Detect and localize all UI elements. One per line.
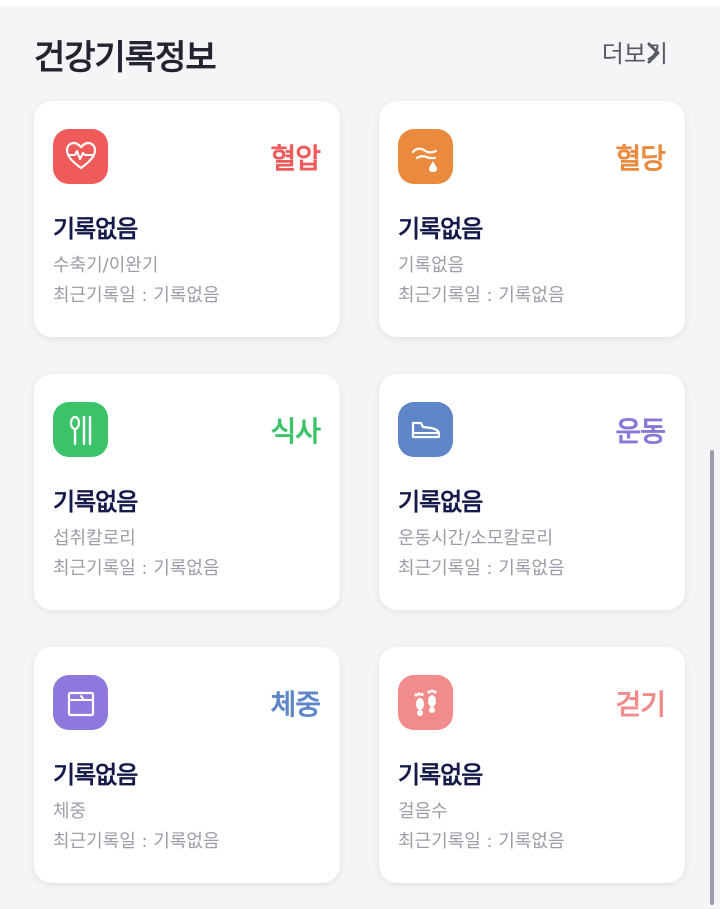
card-status: 기록없음 [398, 215, 483, 243]
card-title: 혈압 [270, 142, 321, 175]
card-subtitle: 섭취칼로리 [53, 528, 136, 549]
card-subtitle: 수축기/이완기 [53, 255, 159, 276]
card-title: 체중 [270, 688, 321, 721]
card-status: 기록없음 [53, 215, 138, 243]
card-title: 운동 [615, 415, 666, 448]
card-last-record: 최근기록일 : 기록없음 [53, 285, 220, 306]
card-exercise[interactable]: 운동 기록없음 운동시간/소모칼로리 최근기록일 : 기록없음 [379, 374, 685, 610]
card-subtitle: 걸음수 [398, 801, 448, 822]
shoe-icon [398, 402, 453, 457]
heart-rate-icon [53, 129, 108, 184]
card-last-record: 최근기록일 : 기록없음 [398, 558, 565, 579]
card-walking[interactable]: 걷기 기록없음 걸음수 최근기록일 : 기록없음 [379, 647, 685, 883]
card-status: 기록없음 [398, 488, 483, 516]
card-status: 기록없음 [53, 761, 138, 789]
card-last-record: 최근기록일 : 기록없음 [398, 285, 565, 306]
section-header: 건강기록정보 더보기 [0, 0, 720, 100]
section-title: 건강기록정보 [34, 38, 217, 78]
footprints-icon [398, 675, 453, 730]
card-meal[interactable]: 식사 기록없음 섭취칼로리 최근기록일 : 기록없음 [34, 374, 340, 610]
card-last-record: 최근기록일 : 기록없음 [53, 558, 220, 579]
chevron-right-icon[interactable] [640, 40, 666, 66]
card-status: 기록없음 [398, 761, 483, 789]
blood-drop-icon [398, 129, 453, 184]
card-subtitle: 기록없음 [398, 255, 465, 276]
card-subtitle: 체중 [53, 801, 87, 822]
scrollbar[interactable] [710, 450, 714, 905]
card-title: 걷기 [615, 688, 666, 721]
card-last-record: 최근기록일 : 기록없음 [398, 831, 565, 852]
card-status: 기록없음 [53, 488, 138, 516]
card-title: 혈당 [615, 142, 666, 175]
utensils-icon [53, 402, 108, 457]
card-blood-pressure[interactable]: 혈압 기록없음 수축기/이완기 최근기록일 : 기록없음 [34, 101, 340, 337]
card-subtitle: 운동시간/소모칼로리 [398, 528, 554, 549]
card-weight[interactable]: 체중 기록없음 체중 최근기록일 : 기록없음 [34, 647, 340, 883]
card-blood-sugar[interactable]: 혈당 기록없음 기록없음 최근기록일 : 기록없음 [379, 101, 685, 337]
card-title: 식사 [270, 415, 321, 448]
scale-icon [53, 675, 108, 730]
card-last-record: 최근기록일 : 기록없음 [53, 831, 220, 852]
